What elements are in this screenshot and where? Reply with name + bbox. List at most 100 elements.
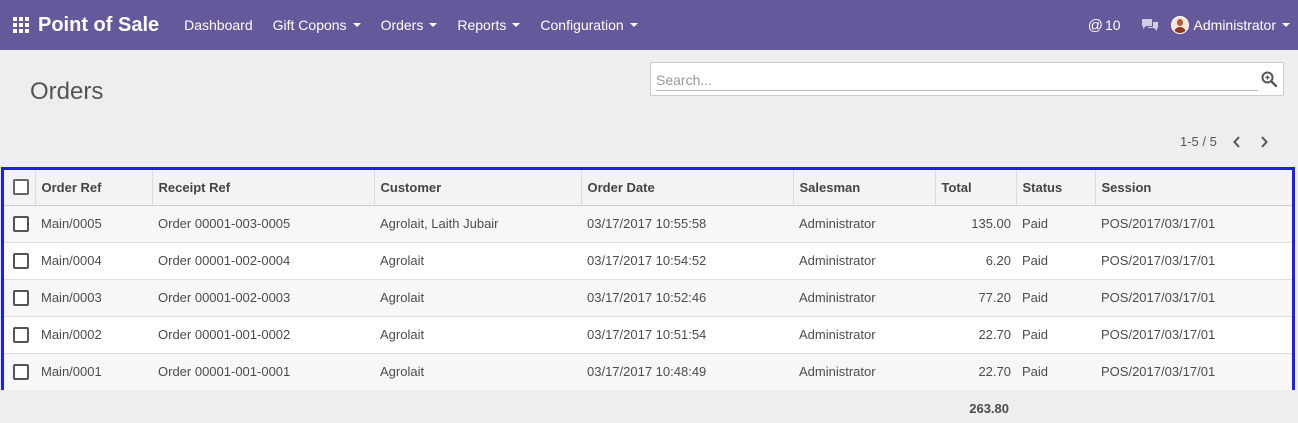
cell-customer: Agrolait [374, 242, 581, 280]
cell-receipt-ref: Order 00001-001-0002 [152, 316, 374, 354]
cell-order-ref: Main/0001 [41, 364, 102, 380]
row-checkbox[interactable] [13, 215, 29, 232]
cell-salesman: Administrator [793, 242, 935, 280]
caret-down-icon [429, 23, 438, 27]
nav-gift-copons-label: Gift Copons [272, 17, 347, 33]
nav-dashboard[interactable]: Dashboard [184, 17, 253, 33]
cell-order-ref: Main/0004 [35, 242, 152, 280]
user-avatar [1170, 16, 1189, 34]
caret-down-icon [352, 23, 361, 27]
cell-session: POS/2017/03/17/01 [1101, 364, 1216, 380]
table-row[interactable]: Main/0005 Order 00001-003-0005 Agrolait,… [4, 205, 1292, 243]
pager-previous-button[interactable] [1224, 130, 1250, 154]
nav-orders[interactable]: Orders [381, 17, 438, 33]
row-select-cell [4, 316, 35, 354]
chevron-right-icon [1261, 136, 1268, 148]
table-row[interactable]: Main/0002 Order 00001-001-0002 Agrolait … [4, 316, 1292, 354]
cell-receipt-ref: Order 00001-003-0005 [152, 205, 374, 243]
user-menu[interactable]: Administrator [1170, 16, 1290, 34]
total-sum: 263.80 [969, 401, 1009, 416]
top-navbar: Point of Sale Dashboard Gift Copons Orde… [0, 0, 1298, 50]
chevron-left-icon [1233, 136, 1240, 148]
orders-list: Order Ref Receipt Ref Customer Order Dat… [1, 167, 1295, 390]
cell-total: 135.00 [935, 205, 1016, 243]
column-header-session[interactable]: Session [1095, 170, 1292, 206]
mentions-count: 10 [1104, 17, 1121, 33]
cell-salesman: Administrator [793, 205, 935, 243]
nav-gift-copons[interactable]: Gift Copons [273, 17, 361, 33]
row-checkbox[interactable] [13, 289, 29, 306]
select-all-checkbox[interactable] [13, 179, 29, 196]
select-all-cell [4, 170, 36, 206]
row-checkbox[interactable] [13, 326, 29, 343]
table-row[interactable]: Main/0004 Order 00001-002-0004 Agrolait … [4, 242, 1292, 280]
mentions-counter[interactable]: @ 10 [1088, 17, 1121, 34]
column-header-order-date[interactable]: Order Date [581, 170, 794, 206]
pager-next-button[interactable] [1251, 130, 1277, 154]
cell-total: 6.20 [935, 242, 1016, 280]
row-checkbox[interactable] [13, 363, 29, 380]
cell-status: Paid [1016, 242, 1095, 280]
cell-salesman: Administrator [793, 316, 935, 354]
cell-session: POS/2017/03/17/01 [1095, 205, 1292, 243]
cell-order-date: 03/17/2017 10:55:58 [581, 205, 793, 243]
cell-order-date: 03/17/2017 10:51:54 [581, 316, 793, 354]
cell-customer: Agrolait [380, 364, 425, 380]
cell-order-date: 03/17/2017 10:48:49 [587, 364, 707, 380]
search-input[interactable] [656, 69, 1258, 91]
cell-customer: Agrolait [374, 279, 581, 317]
row-select-cell [4, 353, 35, 390]
pager-value[interactable]: 1-5 / 5 [1180, 134, 1217, 149]
nav-reports-label: Reports [457, 17, 507, 33]
table-row[interactable]: Main/0001 Order 00001-001-0001 Agrolait … [4, 353, 1292, 390]
row-select-cell [4, 279, 35, 317]
cell-receipt-ref: Order 00001-002-0004 [152, 242, 374, 280]
column-header-salesman[interactable]: Salesman [793, 170, 936, 206]
column-header-total[interactable]: Total [935, 170, 1017, 206]
search-icon[interactable] [1261, 71, 1277, 87]
caret-down-icon [1282, 23, 1290, 27]
nav-configuration[interactable]: Configuration [540, 17, 638, 33]
cell-order-date: 03/17/2017 10:52:46 [581, 279, 793, 317]
user-name: Administrator [1193, 17, 1276, 33]
cell-status: Paid [1016, 205, 1095, 243]
page-title: Orders [30, 78, 104, 105]
nav-configuration-label: Configuration [540, 17, 624, 33]
cell-salesman: Administrator [793, 279, 935, 317]
cell-status: Paid [1016, 316, 1095, 354]
row-select-cell [4, 205, 35, 243]
search-box [650, 62, 1284, 96]
row-checkbox[interactable] [13, 252, 29, 269]
apps-grid-icon[interactable] [12, 16, 30, 34]
cell-total: 77.20 [935, 279, 1016, 317]
cell-receipt-ref: Order 00001-001-0001 [158, 364, 291, 380]
table-header-row: Order Ref Receipt Ref Customer Order Dat… [4, 170, 1292, 206]
cell-order-ref: Main/0005 [35, 205, 152, 243]
cell-customer: Agrolait, Laith Jubair [374, 205, 581, 243]
cell-session: POS/2017/03/17/01 [1095, 242, 1292, 280]
caret-down-icon [629, 23, 638, 27]
column-header-receipt-ref[interactable]: Receipt Ref [152, 170, 375, 206]
column-header-status[interactable]: Status [1016, 170, 1096, 206]
table-row[interactable]: Main/0003 Order 00001-002-0003 Agrolait … [4, 279, 1292, 317]
cell-status: Paid [1022, 364, 1049, 380]
nav-reports[interactable]: Reports [457, 17, 521, 33]
cell-total: 22.70 [978, 364, 1011, 380]
cell-receipt-ref: Order 00001-002-0003 [152, 279, 374, 317]
app-brand[interactable]: Point of Sale [38, 14, 159, 37]
caret-down-icon [512, 23, 521, 27]
cell-customer: Agrolait [374, 316, 581, 354]
chat-bubbles-icon[interactable] [1141, 18, 1159, 32]
cell-session: POS/2017/03/17/01 [1095, 316, 1292, 354]
cell-order-ref: Main/0003 [35, 279, 152, 317]
row-select-cell [4, 242, 35, 280]
column-header-order-ref[interactable]: Order Ref [35, 170, 153, 206]
topbar-systray: @ 10 Administrator [1088, 0, 1298, 50]
cell-total: 22.70 [935, 316, 1016, 354]
orders-table: Order Ref Receipt Ref Customer Order Dat… [4, 170, 1292, 390]
at-sign-icon: @ [1087, 16, 1103, 34]
nav-orders-label: Orders [380, 17, 424, 33]
cell-order-date: 03/17/2017 10:54:52 [581, 242, 793, 280]
column-header-customer[interactable]: Customer [374, 170, 582, 206]
nav-dashboard-label: Dashboard [184, 17, 253, 33]
